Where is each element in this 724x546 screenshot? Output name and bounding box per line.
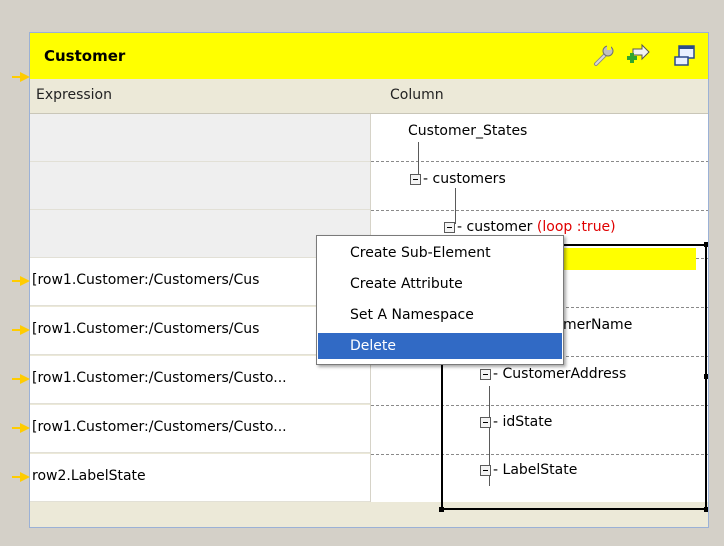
wrench-icon[interactable] [590,43,616,69]
collapse-icon[interactable] [410,173,421,185]
add-output-icon[interactable] [624,43,650,69]
tree-node-customer[interactable]: - customer (loop :true) [444,219,616,235]
resize-handle[interactable] [704,242,708,247]
expression-row[interactable]: row2.LabelState [30,454,370,502]
column-header-row: Expression Column [30,79,708,114]
tree-node-label: CustomerAddress [502,366,627,382]
panel-title: Customer [44,47,126,65]
row-divider [371,210,708,211]
tree-node-root[interactable]: Customer_States [408,123,527,139]
link-arrow [12,472,30,482]
tree-node-customers[interactable]: - customers [410,171,506,187]
tree-node-label: LabelState [502,462,578,478]
expression-text: [row1.Customer:/Customers/Custo... [32,419,287,435]
collapse-icon[interactable] [480,368,491,380]
link-arrow [12,423,30,433]
menu-item-delete[interactable]: Delete [318,333,562,359]
row-divider [371,161,708,162]
link-arrow [12,72,30,82]
tree-node-idstate[interactable]: - idState [480,414,552,430]
link-arrow [12,276,30,286]
expression-text: [row1.Customer:/Customers/Cus [32,321,260,337]
collapse-icon[interactable] [444,221,455,233]
link-arrow [12,325,30,335]
column-header: Column [390,87,444,103]
tree-node-label: customers [432,171,506,187]
link-arrow [12,374,30,384]
expression-text: row2.LabelState [32,468,146,484]
context-menu: Create Sub-Element Create Attribute Set … [316,235,564,365]
menu-item-create-sub-element[interactable]: Create Sub-Element [318,240,562,266]
tree-node-customername[interactable]: merName [563,317,632,333]
expression-row[interactable]: [row1.Customer:/Customers/Custo... [30,405,370,453]
expression-text: [row1.Customer:/Customers/Cus [32,272,260,288]
loop-tag: (loop :true) [536,219,616,235]
expression-row[interactable] [30,162,370,210]
resize-handle[interactable] [704,374,708,379]
resize-handle[interactable] [704,507,708,512]
collapse-icon[interactable] [480,416,491,428]
panel-header: Customer [30,33,708,79]
resize-handle[interactable] [439,507,444,512]
tree-node-label: idState [502,414,553,430]
collapse-icon[interactable] [480,464,491,476]
tree-node-labelstate[interactable]: - LabelState [480,462,577,478]
menu-item-set-namespace[interactable]: Set A Namespace [318,302,562,328]
menu-item-create-attribute[interactable]: Create Attribute [318,271,562,297]
minimize-icon[interactable] [672,43,698,69]
tree-node-customeraddress[interactable]: - CustomerAddress [480,366,626,382]
expression-row[interactable] [30,114,370,162]
expression-text: [row1.Customer:/Customers/Custo... [32,370,287,386]
expression-header: Expression [36,87,112,103]
tree-node-label: customer [466,219,533,235]
